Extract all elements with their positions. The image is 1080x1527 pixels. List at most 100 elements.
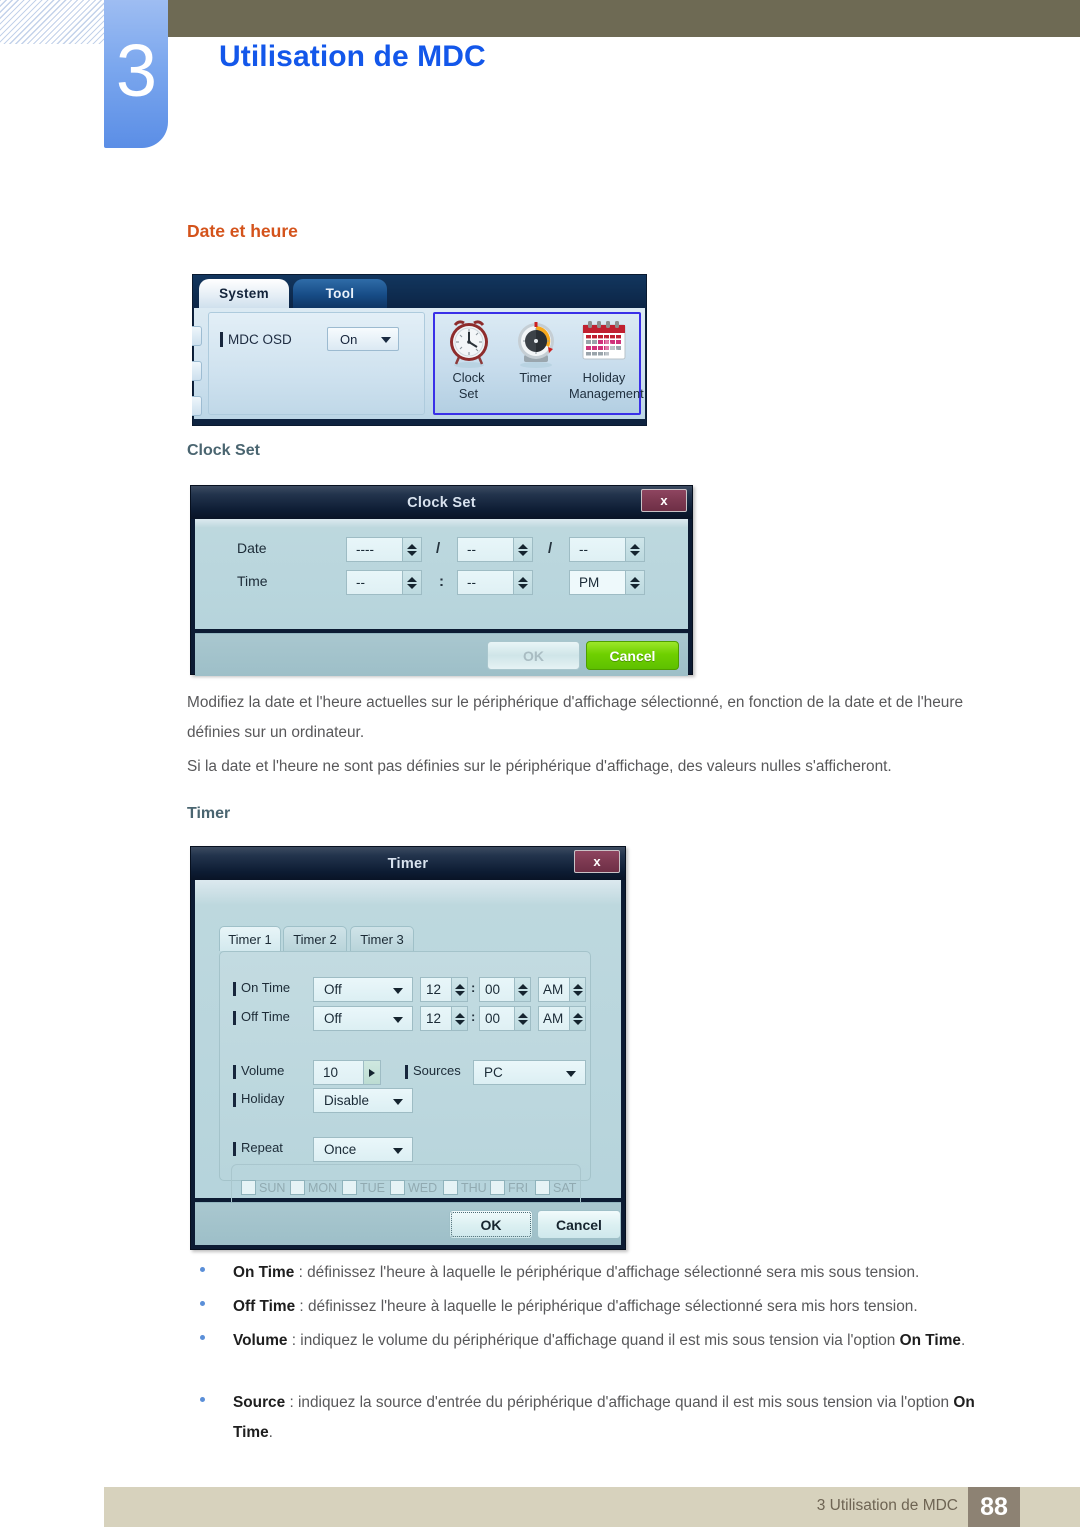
manual-page: 3 Utilisation de MDC Date et heure Syste…: [0, 0, 1080, 1527]
date-day-stepper[interactable]: [625, 538, 644, 561]
tab-timer-1[interactable]: Timer 1: [219, 926, 281, 951]
weekday-mon[interactable]: MON: [290, 1180, 337, 1195]
date-day-value: --: [579, 542, 588, 557]
weekday-label: FRI: [508, 1180, 529, 1195]
tab-system[interactable]: System: [199, 279, 289, 308]
off-time-minute-stepper[interactable]: [514, 1007, 530, 1030]
on-time-hour-value: 12: [426, 982, 442, 997]
date-month-stepper[interactable]: [513, 538, 532, 561]
tab-timer-3[interactable]: Timer 3: [350, 926, 414, 951]
date-month-spinner[interactable]: --: [457, 537, 533, 562]
date-year-value: ----: [356, 542, 374, 557]
timer-ok-button[interactable]: OK: [449, 1210, 533, 1239]
close-icon[interactable]: x: [641, 489, 687, 512]
time-hour-stepper[interactable]: [402, 571, 421, 594]
on-time-meridiem-spinner[interactable]: AM: [538, 977, 586, 1002]
repeat-select[interactable]: Once: [313, 1137, 413, 1162]
weekday-sun[interactable]: SUN: [241, 1180, 285, 1195]
holiday-management-tile[interactable]: Holiday Management: [569, 319, 644, 401]
weekday-wed[interactable]: WED: [390, 1180, 437, 1195]
date-year-stepper[interactable]: [402, 538, 421, 561]
header-olive-bar: [104, 0, 1080, 37]
sources-value: PC: [484, 1065, 503, 1080]
on-time-minute-spinner[interactable]: 00: [479, 977, 531, 1002]
date-separator-2: /: [548, 540, 553, 557]
volume-value: 10: [323, 1065, 339, 1080]
off-time-minute-spinner[interactable]: 00: [479, 1006, 531, 1031]
on-time-minute-value: 00: [485, 982, 501, 997]
page-title: Utilisation de MDC: [219, 40, 486, 73]
on-time-hour-stepper[interactable]: [451, 978, 467, 1001]
holiday-select[interactable]: Disable: [313, 1088, 413, 1113]
time-hour-spinner[interactable]: --: [346, 570, 422, 595]
off-time-hour-spinner[interactable]: 12: [420, 1006, 468, 1031]
volume-slider[interactable]: 10: [313, 1060, 381, 1085]
weekday-tue[interactable]: TUE: [342, 1180, 385, 1195]
timer-icon: [517, 322, 554, 368]
weekday-fri[interactable]: FRI: [490, 1180, 528, 1195]
subheading-timer: Timer: [187, 805, 231, 822]
date-day-spinner[interactable]: --: [569, 537, 645, 562]
chapter-number: 3: [115, 29, 157, 112]
off-time-meridiem-value: AM: [543, 1011, 564, 1026]
sources-label: Sources: [413, 1063, 461, 1078]
checkbox-thu[interactable]: [443, 1180, 458, 1195]
time-meridiem-stepper[interactable]: [625, 571, 644, 594]
on-time-minute-stepper[interactable]: [514, 978, 530, 1001]
on-time-enable-value: Off: [324, 982, 342, 997]
bullet-text: : indiquez le volume du périphérique d'a…: [287, 1332, 900, 1349]
time-minute-stepper[interactable]: [513, 571, 532, 594]
time-minute-spinner[interactable]: --: [457, 570, 533, 595]
checkbox-fri[interactable]: [490, 1180, 505, 1195]
clock-set-cancel-button[interactable]: Cancel: [586, 641, 679, 670]
subheading-clock-set: Clock Set: [187, 442, 260, 459]
off-time-hour-value: 12: [426, 1011, 442, 1026]
mdc-system-panel-screenshot: System Tool MDC OSD On Clock Set Timer H…: [192, 274, 647, 426]
label-marker-icon: [233, 1011, 236, 1025]
checkbox-sat[interactable]: [535, 1180, 550, 1195]
label-marker-icon: [233, 1065, 236, 1079]
page-number-badge: 88: [968, 1487, 1020, 1527]
timer-cancel-button[interactable]: Cancel: [537, 1210, 621, 1239]
clock-set-ok-button[interactable]: OK: [487, 641, 580, 670]
off-time-enable-select[interactable]: Off: [313, 1006, 413, 1031]
checkbox-mon[interactable]: [290, 1180, 305, 1195]
off-time-enable-value: Off: [324, 1011, 342, 1026]
clock-set-icon: [449, 320, 488, 368]
timer-tile[interactable]: Timer: [502, 319, 569, 386]
off-time-meridiem-spinner[interactable]: AM: [538, 1006, 586, 1031]
volume-increase-button[interactable]: [363, 1061, 380, 1084]
time-meridiem-value: PM: [579, 575, 600, 590]
bullet-volume: Volume : indiquez le volume du périphéri…: [187, 1326, 1017, 1356]
checkbox-wed[interactable]: [390, 1180, 405, 1195]
mdc-osd-select[interactable]: On: [327, 327, 399, 351]
off-time-minute-value: 00: [485, 1011, 501, 1026]
weekday-thu[interactable]: THU: [443, 1180, 487, 1195]
checkbox-sun[interactable]: [241, 1180, 256, 1195]
off-time-label: Off Time: [241, 1009, 290, 1024]
date-year-spinner[interactable]: ----: [346, 537, 422, 562]
close-icon[interactable]: x: [574, 850, 620, 873]
clock-set-title: Clock Set: [407, 494, 476, 511]
label-marker-icon: [233, 982, 236, 996]
on-time-meridiem-stepper[interactable]: [569, 978, 585, 1001]
clock-set-tile[interactable]: Clock Set: [435, 319, 502, 401]
on-time-enable-select[interactable]: Off: [313, 977, 413, 1002]
bullet-on-time: On Time : définissez l'heure à laquelle …: [187, 1258, 1017, 1288]
paragraph-clock-set-1: Modifiez la date et l'heure actuelles su…: [187, 694, 964, 741]
weekday-sat[interactable]: SAT: [535, 1180, 576, 1195]
label-marker-icon: [233, 1093, 236, 1107]
repeat-label: Repeat: [241, 1140, 283, 1155]
time-meridiem-spinner[interactable]: PM: [569, 570, 645, 595]
tab-tool[interactable]: Tool: [293, 279, 387, 308]
chevron-down-icon: [381, 337, 391, 343]
tab-timer-2[interactable]: Timer 2: [283, 926, 347, 951]
weekday-label: TUE: [360, 1180, 385, 1195]
checkbox-tue[interactable]: [342, 1180, 357, 1195]
off-time-hour-stepper[interactable]: [451, 1007, 467, 1030]
clock-set-caption-line1: Clock: [452, 370, 485, 385]
on-time-hour-spinner[interactable]: 12: [420, 977, 468, 1002]
timer-title: Timer: [387, 855, 429, 872]
sources-select[interactable]: PC: [473, 1060, 586, 1085]
off-time-meridiem-stepper[interactable]: [569, 1007, 585, 1030]
